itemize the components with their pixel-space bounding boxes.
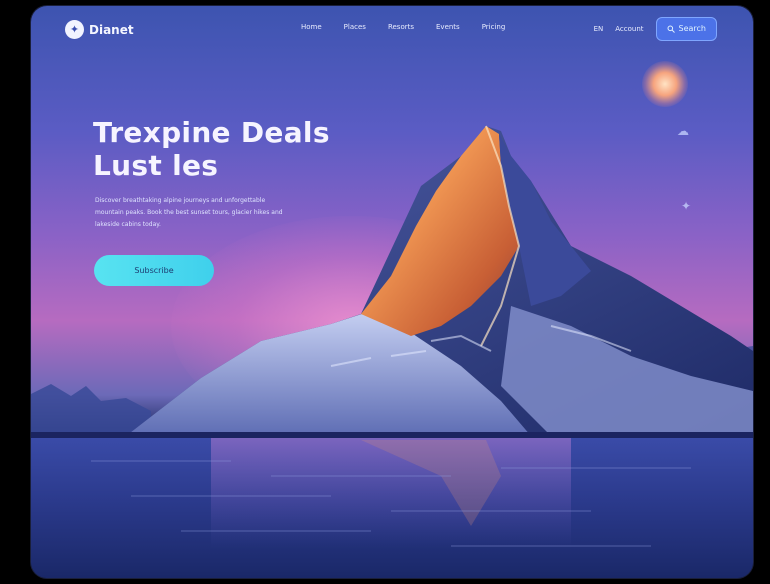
subscribe-button[interactable]: Subscribe [94,255,214,286]
hero-title-line1: Trexpine Deals [93,116,330,149]
hero-title-line2: Lust les [93,149,219,182]
search-button-label: Search [678,24,706,33]
search-icon [667,25,675,33]
nav-link-home[interactable]: Home [301,23,322,31]
far-hills-left [31,384,151,436]
nav-link-pricing[interactable]: Pricing [482,23,506,31]
nav-right: EN Account Search [594,17,717,41]
logo[interactable]: ✦ Dianet [65,20,134,39]
hero-description: Discover breathtaking alpine journeys an… [95,197,283,228]
cloud-icon: ☁ [677,124,689,138]
nav-link-resorts[interactable]: Resorts [388,23,414,31]
nav-link-events[interactable]: Events [436,23,460,31]
logo-icon: ✦ [65,20,84,39]
compass-icon: ✦ [681,199,692,213]
search-button[interactable]: Search [655,17,717,41]
mountain-lake-scene [31,125,753,578]
account-link[interactable]: Account [615,25,643,33]
hero-title: Trexpine Deals Lust les [93,116,330,182]
browser-frame: ✦ Dianet Home Places Resorts Events Pric… [31,6,753,578]
nav-link-places[interactable]: Places [344,23,366,31]
nav-links: Home Places Resorts Events Pricing [301,23,505,31]
language-selector[interactable]: EN [594,25,604,33]
top-nav: ✦ Dianet Home Places Resorts Events Pric… [31,6,753,52]
logo-text: Dianet [89,22,134,37]
